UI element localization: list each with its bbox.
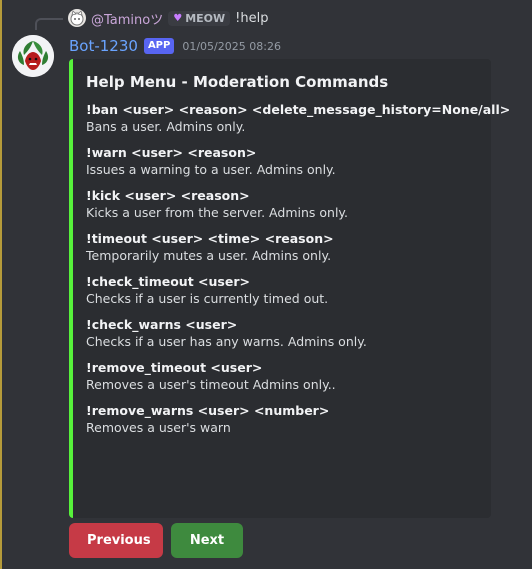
field-name: !check_timeout <user>: [86, 274, 250, 289]
reply-username[interactable]: @Taminoツ: [91, 9, 163, 28]
field-name: !check_warns <user>: [86, 317, 238, 332]
field-value: Checks if a user has any warns. Admins o…: [86, 334, 367, 349]
help-embed: Help Menu - Moderation Commands !ban <us…: [69, 59, 511, 518]
message-header: Bot-1230 APP 01/05/2025 08:26: [69, 36, 281, 56]
embed-title: Help Menu - Moderation Commands: [86, 73, 389, 91]
field-value: Issues a warning to a user. Admins only.: [86, 162, 336, 177]
field-value: Bans a user. Admins only.: [86, 119, 246, 134]
heart-icon: ♥: [173, 12, 183, 24]
cat-avatar-icon: [70, 10, 84, 26]
reply-reference[interactable]: @Taminoツ ♥ MEOW !help: [68, 8, 268, 28]
author-name[interactable]: Bot-1230: [69, 37, 138, 55]
message-timestamp[interactable]: 01/05/2025 08:26: [182, 40, 281, 53]
field-value: Checks if a user is currently timed out.: [86, 291, 329, 306]
reply-content[interactable]: !help: [235, 11, 268, 26]
plant-creature-avatar-icon: [12, 35, 54, 77]
field-name: !remove_timeout <user>: [86, 360, 263, 375]
bot-avatar[interactable]: [12, 35, 54, 77]
next-button[interactable]: Next: [171, 523, 243, 558]
guild-tag-label: MEOW: [185, 11, 226, 25]
field-value: Removes a user's timeout Admins only..: [86, 377, 336, 392]
field-value: Removes a user's warn: [86, 420, 231, 435]
previous-button[interactable]: Previous: [69, 523, 163, 558]
field-name: !timeout <user> <time> <reason>: [86, 231, 334, 246]
app-badge: APP: [143, 38, 175, 54]
field-name: !kick <user> <reason>: [86, 188, 250, 203]
embed-field: !timeout <user> <time> <reason> Temporar…: [86, 230, 477, 265]
field-value: Temporarily mutes a user. Admins only.: [86, 248, 332, 263]
embed-field: !kick <user> <reason> Kicks a user from …: [86, 187, 477, 222]
field-name: !remove_warns <user> <number>: [86, 403, 330, 418]
embed-field: !check_timeout <user> Checks if a user i…: [86, 273, 477, 308]
embed-field: !check_warns <user> Checks if a user has…: [86, 316, 477, 351]
channel-edge-bar: [0, 0, 2, 569]
embed-field: !warn <user> <reason> Issues a warning t…: [86, 144, 477, 179]
embed-field: !ban <user> <reason> <delete_message_his…: [86, 101, 511, 136]
field-value: Kicks a user from the server. Admins onl…: [86, 205, 349, 220]
reply-avatar[interactable]: [68, 9, 86, 27]
field-name: !warn <user> <reason>: [86, 145, 257, 160]
field-name: !ban <user> <reason> <delete_message_his…: [86, 102, 511, 117]
embed-field: !remove_timeout <user> Removes a user's …: [86, 359, 477, 394]
pagination-buttons: Previous Next: [69, 523, 243, 558]
reply-connector: [35, 18, 63, 30]
guild-tag[interactable]: ♥ MEOW: [168, 10, 231, 26]
embed-field: !remove_warns <user> <number> Removes a …: [86, 402, 477, 437]
